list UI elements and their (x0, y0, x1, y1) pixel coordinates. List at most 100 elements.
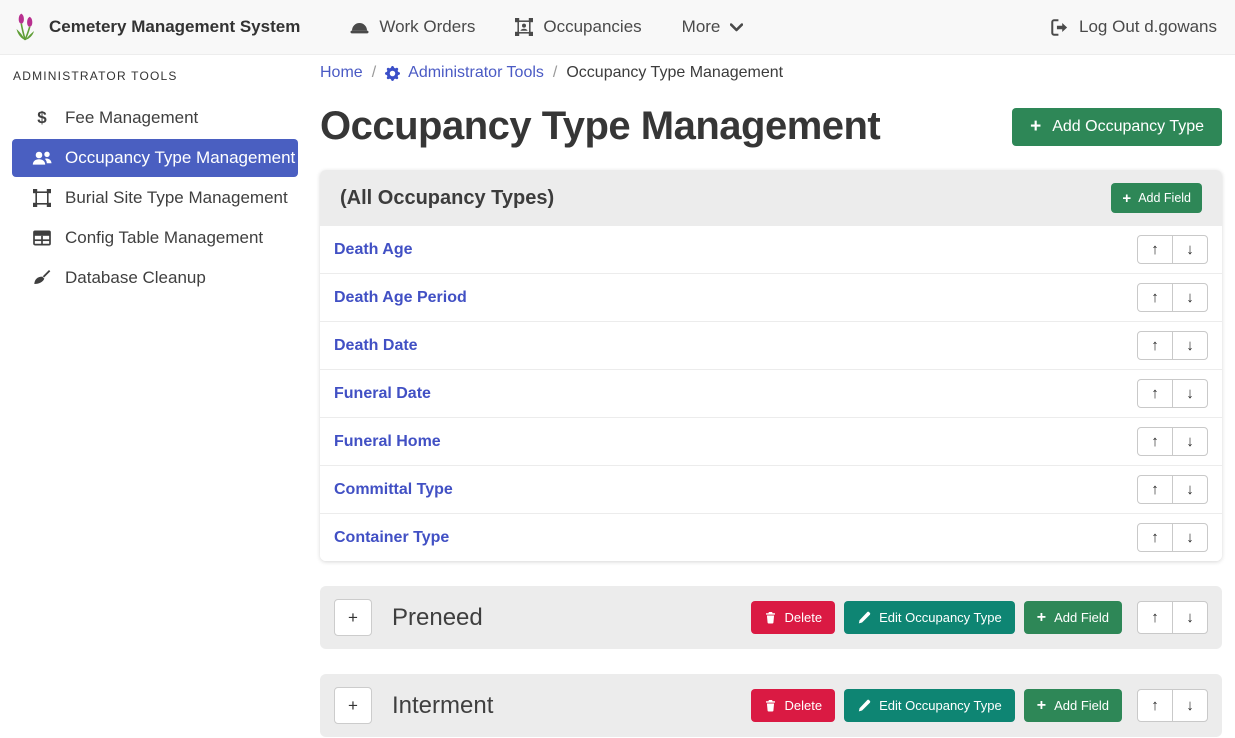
sidebar-item-occupancy-type-management[interactable]: Occupancy Type Management (12, 139, 298, 177)
move-up-button[interactable]: ↑ (1137, 427, 1173, 456)
sidebar-item-label: Database Cleanup (65, 268, 206, 288)
add-field-button[interactable]: + Add Field (1024, 689, 1122, 722)
page-title: Occupancy Type Management (320, 104, 880, 149)
sidebar-item-database-cleanup[interactable]: Database Cleanup (12, 259, 298, 297)
all-occupancy-types-header: (All Occupancy Types) + Add Field (320, 170, 1222, 226)
delete-button[interactable]: Delete (751, 601, 836, 634)
down-arrow-icon: ↓ (1186, 433, 1194, 450)
down-arrow-icon: ↓ (1186, 609, 1194, 626)
section-actions: Delete Edit Occupancy Type + Add Field ↑… (751, 601, 1208, 634)
move-up-button[interactable]: ↑ (1137, 601, 1173, 634)
up-arrow-icon: ↑ (1151, 481, 1159, 498)
sidebar-item-label: Occupancy Type Management (65, 148, 295, 168)
move-down-button[interactable]: ↓ (1172, 331, 1208, 360)
move-up-button[interactable]: ↑ (1137, 283, 1173, 312)
down-arrow-icon: ↓ (1186, 385, 1194, 402)
field-row: Container Type ↑ ↓ (320, 513, 1222, 561)
nav-item-label: More (682, 17, 721, 37)
trash-icon (764, 611, 777, 624)
breadcrumb-admin-tools-link[interactable]: Administrator Tools (385, 64, 544, 82)
field-link[interactable]: Death Date (334, 337, 418, 355)
down-arrow-icon: ↓ (1186, 697, 1194, 714)
trash-icon (764, 699, 777, 712)
reorder-controls: ↑ ↓ (1137, 235, 1208, 264)
nav-item-more[interactable]: More (662, 17, 764, 37)
down-arrow-icon: ↓ (1186, 289, 1194, 306)
move-down-button[interactable]: ↓ (1172, 379, 1208, 408)
move-down-button[interactable]: ↓ (1172, 689, 1208, 722)
field-link[interactable]: Committal Type (334, 481, 453, 499)
reorder-controls: ↑ ↓ (1137, 523, 1208, 552)
sidebar-item-label: Fee Management (65, 108, 198, 128)
nav-item-label: Occupancies (543, 17, 641, 37)
field-link[interactable]: Funeral Date (334, 385, 431, 403)
edit-occupancy-type-button[interactable]: Edit Occupancy Type (844, 601, 1015, 634)
page-title-row: Occupancy Type Management + Add Occupanc… (320, 104, 1222, 149)
broom-icon (30, 269, 54, 287)
field-link[interactable]: Death Age Period (334, 289, 467, 307)
breadcrumb-separator: / (372, 64, 376, 82)
app-title: Cemetery Management System (49, 17, 300, 37)
section-preneed: + Preneed Delete Edit Occupancy Type + A… (320, 586, 1222, 649)
nav-item-work-orders[interactable]: Work Orders (330, 17, 495, 37)
reorder-controls: ↑ ↓ (1137, 689, 1208, 722)
plus-icon: + (348, 608, 358, 627)
move-down-button[interactable]: ↓ (1172, 283, 1208, 312)
logout-button[interactable]: Log Out d.gowans (1051, 17, 1221, 37)
delete-button[interactable]: Delete (751, 689, 836, 722)
all-occupancy-types-card: (All Occupancy Types) + Add Field Death … (320, 170, 1222, 561)
sidebar-item-fee-management[interactable]: $ Fee Management (12, 99, 298, 137)
move-down-button[interactable]: ↓ (1172, 427, 1208, 456)
up-arrow-icon: ↑ (1151, 385, 1159, 402)
field-link[interactable]: Container Type (334, 529, 449, 547)
move-down-button[interactable]: ↓ (1172, 601, 1208, 634)
sidebar: ADMINISTRATOR TOOLS $ Fee Management Occ… (0, 55, 310, 738)
up-arrow-icon: ↑ (1151, 697, 1159, 714)
field-row: Death Age Period ↑ ↓ (320, 273, 1222, 321)
move-down-button[interactable]: ↓ (1172, 523, 1208, 552)
move-up-button[interactable]: ↑ (1137, 689, 1173, 722)
expand-button[interactable]: + (334, 687, 372, 724)
up-arrow-icon: ↑ (1151, 241, 1159, 258)
move-up-button[interactable]: ↑ (1137, 331, 1173, 360)
move-down-button[interactable]: ↓ (1172, 475, 1208, 504)
plus-icon: + (1037, 612, 1046, 624)
add-occupancy-type-button[interactable]: + Add Occupancy Type (1012, 108, 1222, 146)
move-up-button[interactable]: ↑ (1137, 379, 1173, 408)
sidebar-item-label: Config Table Management (65, 228, 263, 248)
down-arrow-icon: ↓ (1186, 481, 1194, 498)
move-down-button[interactable]: ↓ (1172, 235, 1208, 264)
main-content: Home / Administrator Tools / Occupancy T… (310, 55, 1235, 738)
add-field-button[interactable]: + Add Field (1111, 183, 1202, 213)
field-link[interactable]: Funeral Home (334, 433, 441, 451)
hard-hat-icon (350, 19, 369, 35)
up-arrow-icon: ↑ (1151, 337, 1159, 354)
move-up-button[interactable]: ↑ (1137, 235, 1173, 264)
expand-button[interactable]: + (334, 599, 372, 636)
sign-out-icon (1051, 19, 1069, 36)
breadcrumb-home-link[interactable]: Home (320, 64, 363, 82)
section-title: Preneed (392, 604, 483, 632)
logout-label: Log Out d.gowans (1079, 17, 1217, 37)
sidebar-item-burial-site-type-management[interactable]: Burial Site Type Management (12, 179, 298, 217)
gear-icon (385, 66, 400, 81)
app-brand[interactable]: Cemetery Management System (14, 13, 300, 41)
move-up-button[interactable]: ↑ (1137, 475, 1173, 504)
down-arrow-icon: ↓ (1186, 337, 1194, 354)
up-arrow-icon: ↑ (1151, 529, 1159, 546)
reorder-controls: ↑ ↓ (1137, 379, 1208, 408)
reorder-controls: ↑ ↓ (1137, 283, 1208, 312)
pencil-icon (857, 699, 871, 713)
move-up-button[interactable]: ↑ (1137, 523, 1173, 552)
section-actions: Delete Edit Occupancy Type + Add Field ↑… (751, 689, 1208, 722)
field-link[interactable]: Death Age (334, 241, 413, 259)
plus-icon: + (1030, 120, 1041, 134)
add-field-button[interactable]: + Add Field (1024, 601, 1122, 634)
sidebar-item-config-table-management[interactable]: Config Table Management (12, 219, 298, 257)
card-title: (All Occupancy Types) (340, 187, 554, 210)
reorder-controls: ↑ ↓ (1137, 331, 1208, 360)
edit-occupancy-type-button[interactable]: Edit Occupancy Type (844, 689, 1015, 722)
sidebar-item-label: Burial Site Type Management (65, 188, 288, 208)
nav-item-occupancies[interactable]: Occupancies (495, 17, 661, 37)
plus-icon: + (348, 696, 358, 715)
